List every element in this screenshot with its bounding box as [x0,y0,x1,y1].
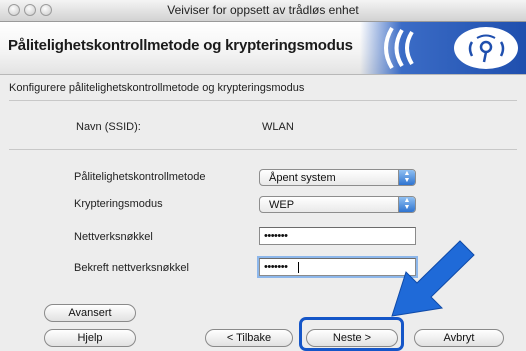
help-button[interactable]: Hjelp [44,329,136,347]
section-heading: Konfigurere pålitelighetskontrollmetode … [9,82,305,94]
encryption-mode-value: WEP [269,199,295,211]
wizard-window: Veiviser for oppsett av trådløs enhet På… [0,0,526,351]
popup-arrows-icon: ▲ ▼ [398,197,415,212]
auth-method-select[interactable]: Åpent system ▲ ▼ [259,169,416,186]
separator [9,100,517,101]
text-cursor [298,262,299,273]
network-key-value: ••••••• [264,230,288,242]
auth-method-value: Åpent system [269,172,336,184]
title-bar[interactable]: Veiviser for oppsett av trådløs enhet [0,0,526,22]
advanced-button[interactable]: Avansert [44,304,136,322]
window-title: Veiviser for oppsett av trådløs enhet [167,3,359,17]
confirm-key-value: ••••••• [264,261,288,273]
popup-arrows-icon: ▲ ▼ [398,170,415,185]
auth-method-label: Pålitelighetskontrollmetode [74,171,206,183]
banner-title: Pålitelighetskontrollmetode og krypterin… [8,37,353,54]
ssid-value: WLAN [262,121,294,133]
confirm-key-label: Bekreft nettverksnøkkel [74,262,189,274]
cancel-button[interactable]: Avbryt [414,329,504,347]
wifi-signal-icon [384,26,518,70]
encryption-mode-label: Krypteringsmodus [74,198,163,210]
wizard-banner: Pålitelighetskontrollmetode og krypterin… [0,22,526,75]
separator [9,149,517,150]
ssid-label: Navn (SSID): [76,121,141,133]
back-button[interactable]: < Tilbake [205,329,293,347]
pointer-arrow-icon [391,240,475,317]
network-key-label: Nettverksnøkkel [74,231,153,243]
next-button-highlight [299,317,404,351]
encryption-mode-select[interactable]: WEP ▲ ▼ [259,196,416,213]
